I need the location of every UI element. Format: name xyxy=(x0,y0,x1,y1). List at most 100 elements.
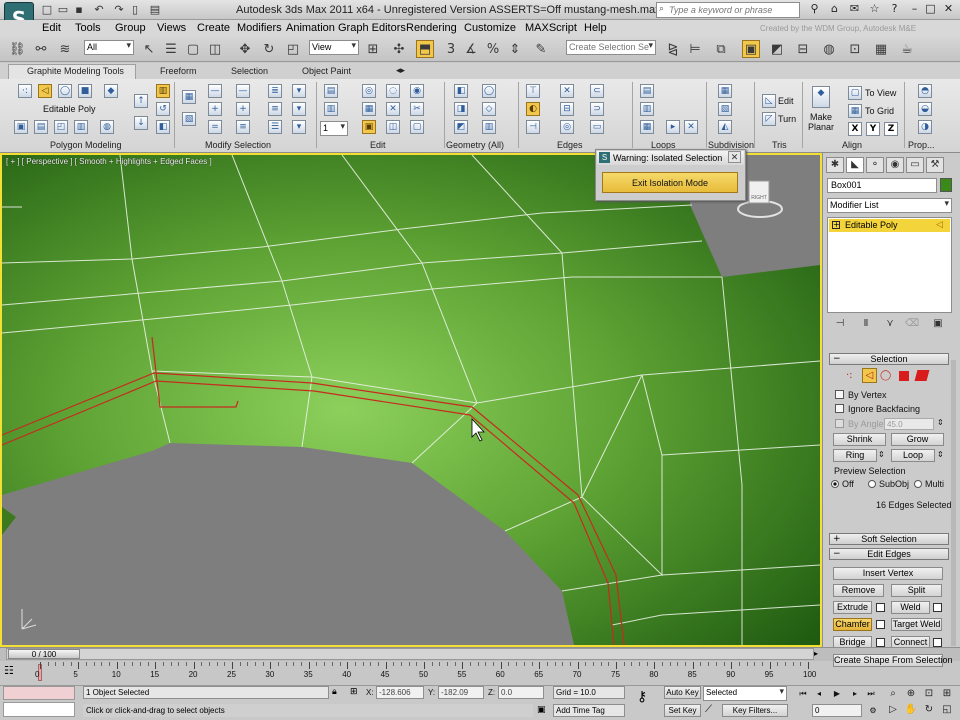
ring-cylinder-icon[interactable]: ▾ xyxy=(292,102,306,116)
use-nurms-icon[interactable]: ▥ xyxy=(156,84,170,98)
loop-spinner-icon[interactable]: ⇕ xyxy=(937,450,944,459)
edge-subobject-button[interactable]: ◁ xyxy=(862,368,877,383)
panel-label-polygon-modeling[interactable]: Polygon Modeling xyxy=(50,140,122,150)
show-end-result-icon[interactable]: ◰ xyxy=(54,120,68,134)
help-icon[interactable]: ? xyxy=(886,1,903,16)
maxscript-input-mini[interactable] xyxy=(3,702,75,717)
ring-button[interactable]: Ring xyxy=(833,449,877,462)
paste-selection-icon[interactable]: ▥ xyxy=(324,102,338,116)
repeat-last-icon[interactable]: ↺ xyxy=(156,102,170,116)
reference-coordinate-dropdown[interactable]: View xyxy=(309,40,359,55)
element-mode-icon[interactable]: ◆ xyxy=(104,84,118,98)
panel-label-modify-selection[interactable]: Modify Selection xyxy=(205,140,271,150)
angle-snap-icon[interactable]: ∡ xyxy=(462,40,480,58)
chamfer-button[interactable]: Chamfer xyxy=(833,618,872,631)
selection-lock-icon[interactable]: 🔒︎ xyxy=(332,687,344,699)
favorites-icon[interactable]: ☆ xyxy=(866,1,883,16)
select-open-icon[interactable]: ≡ xyxy=(268,102,282,116)
polygon-mode-icon[interactable]: ■ xyxy=(78,84,92,98)
build-end-icon[interactable]: ▸ xyxy=(666,120,680,134)
curve-editor-icon[interactable]: ◩ xyxy=(768,40,786,58)
open-file-icon[interactable]: ▭ xyxy=(56,3,70,17)
slice-plane-icon[interactable]: ▢ xyxy=(410,120,424,134)
menu-modifiers[interactable]: Modifiers xyxy=(237,22,282,34)
maxscript-listener-mini[interactable] xyxy=(3,686,75,700)
tessellate-icon[interactable]: ▧ xyxy=(718,102,732,116)
graphite-modeling-tools-icon[interactable]: ▣ xyxy=(742,40,760,58)
constraint-normal-icon[interactable]: ◉ xyxy=(410,84,424,98)
search-binoculars-icon[interactable]: ⚲ xyxy=(806,1,823,16)
x-coordinate-field[interactable]: -128.606 xyxy=(376,686,424,699)
target-weld-button[interactable]: Target Weld xyxy=(891,618,942,631)
align-icon[interactable]: ⊨ xyxy=(686,40,704,58)
ignore-backfacing-checkbox[interactable] xyxy=(835,404,844,413)
by-vertex-checkbox[interactable] xyxy=(835,390,844,399)
subscription-icon[interactable]: ⌂ xyxy=(826,1,843,16)
keyboard-shortcut-override-icon[interactable]: ⬒ xyxy=(416,40,434,58)
panel-label-tris[interactable]: Tris xyxy=(772,140,787,150)
build-corner-icon[interactable]: ✕ xyxy=(684,120,698,134)
play-icon[interactable]: ▶ xyxy=(830,687,844,700)
vertex-mode-icon[interactable]: ·: xyxy=(18,84,32,98)
key-mode-dropdown[interactable]: Selected xyxy=(703,686,787,701)
pivot-center-icon[interactable]: ⊞ xyxy=(364,40,382,58)
previous-modifier-icon[interactable]: ↑ xyxy=(134,94,148,108)
schematic-view-icon[interactable]: ⊟ xyxy=(794,40,812,58)
show-end-result-icon[interactable]: Ⅱ xyxy=(858,318,874,332)
modify-mode-icon[interactable]: ▣ xyxy=(14,120,28,134)
project-folder-icon[interactable]: ▤ xyxy=(148,3,162,17)
search-icon[interactable]: ⌕ xyxy=(659,4,664,14)
align-x-button[interactable]: X xyxy=(848,122,862,136)
percent-snap-icon[interactable]: % xyxy=(484,40,502,58)
panel-label-align[interactable]: Align xyxy=(842,140,862,150)
constraint-edge-icon[interactable]: ✕ xyxy=(386,102,400,116)
viewport-label[interactable]: [ + ] [ Perspective ] [ Smooth + Highlig… xyxy=(6,157,212,166)
random-connect-icon[interactable]: ▥ xyxy=(640,102,654,116)
close-window-button[interactable]: ✕ xyxy=(940,1,957,16)
loop-tools-icon[interactable]: ▤ xyxy=(640,84,654,98)
pin-stack-icon[interactable]: ⊣ xyxy=(832,318,848,332)
go-to-end-icon[interactable]: ⏭ xyxy=(864,687,878,700)
border-subobject-icon[interactable]: ◯ xyxy=(880,370,894,383)
z-coordinate-field[interactable]: 0.0 xyxy=(498,686,544,699)
viewport-mesh[interactable]: RIGHT xyxy=(2,155,820,645)
dot-loop-icon[interactable]: ≡ xyxy=(236,120,250,134)
soft-selection-rollout-header[interactable]: + Soft Selection xyxy=(829,533,949,545)
save-file-icon[interactable]: ▪ xyxy=(72,3,86,17)
hold-icon[interactable]: ▯ xyxy=(128,3,142,17)
swift-loop-icon[interactable]: ◎ xyxy=(362,84,376,98)
weld-button[interactable]: Weld xyxy=(891,601,930,614)
render-setup-icon[interactable]: ⊡ xyxy=(846,40,864,58)
edge-weld-icon[interactable]: ⊂ xyxy=(590,84,604,98)
insert-vertex-button[interactable]: Insert Vertex xyxy=(833,567,943,580)
remove-modifier-icon[interactable]: ⌫ xyxy=(904,318,920,332)
mirror-icon[interactable]: ⧎ xyxy=(664,40,682,58)
expand-icon[interactable]: + xyxy=(832,221,840,229)
constraint-none-icon[interactable]: ◌ xyxy=(386,84,400,98)
ribbon-tab-graphite[interactable]: Graphite Modeling Tools xyxy=(27,66,124,76)
step-loop-icon[interactable]: = xyxy=(208,120,222,134)
mini-curve-editor-icon[interactable]: ☷ xyxy=(4,664,18,678)
select-object-icon[interactable]: ↖ xyxy=(140,40,158,58)
maximize-viewport-icon[interactable]: ◱ xyxy=(940,703,954,717)
edge-spin-icon[interactable]: ◎ xyxy=(560,120,574,134)
extrude-settings-icon[interactable] xyxy=(876,603,885,612)
menu-tools[interactable]: Tools xyxy=(75,22,101,34)
maximize-button[interactable]: □ xyxy=(922,1,939,16)
edit-tools-icon[interactable]: ✂ xyxy=(410,102,424,116)
search-input[interactable]: Type a keyword or phrase xyxy=(656,2,800,18)
grow-selection-icon[interactable]: ▦ xyxy=(182,90,196,104)
modify-tab-icon[interactable]: ◣ xyxy=(846,157,864,173)
rendered-frame-window-icon[interactable]: ▦ xyxy=(872,40,890,58)
to-view-icon[interactable]: ▢ xyxy=(848,86,862,100)
y-coordinate-field[interactable]: -182.09 xyxy=(438,686,484,699)
loop-button[interactable]: Loop xyxy=(891,449,935,462)
select-by-name-icon[interactable]: ☰ xyxy=(162,40,180,58)
edge-connect-icon[interactable]: ⊟ xyxy=(560,102,574,116)
absolute-mode-icon[interactable]: ⊞ xyxy=(350,687,362,699)
unlink-icon[interactable]: ⚯ xyxy=(32,40,50,58)
select-by-angle-icon[interactable]: ≣ xyxy=(268,84,282,98)
menu-create[interactable]: Create xyxy=(197,22,230,34)
object-name-field[interactable]: Box001 xyxy=(827,178,937,193)
ribbon-minimize-icon[interactable]: ◂▸ xyxy=(396,66,405,76)
